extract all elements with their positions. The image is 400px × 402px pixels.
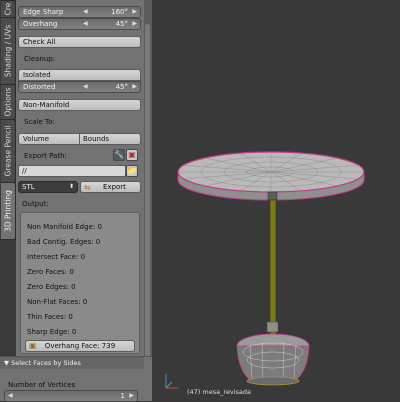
base-body [236,345,310,381]
table-top-wireframe [178,152,364,192]
stem-ring [266,321,279,333]
table-stem [269,199,277,337]
axis-gizmo-icon [165,374,178,389]
base-foot [246,376,300,386]
active-object-label: (47) mesa_revisada [187,388,252,396]
stem-collar [267,191,278,201]
table-model [165,151,365,389]
